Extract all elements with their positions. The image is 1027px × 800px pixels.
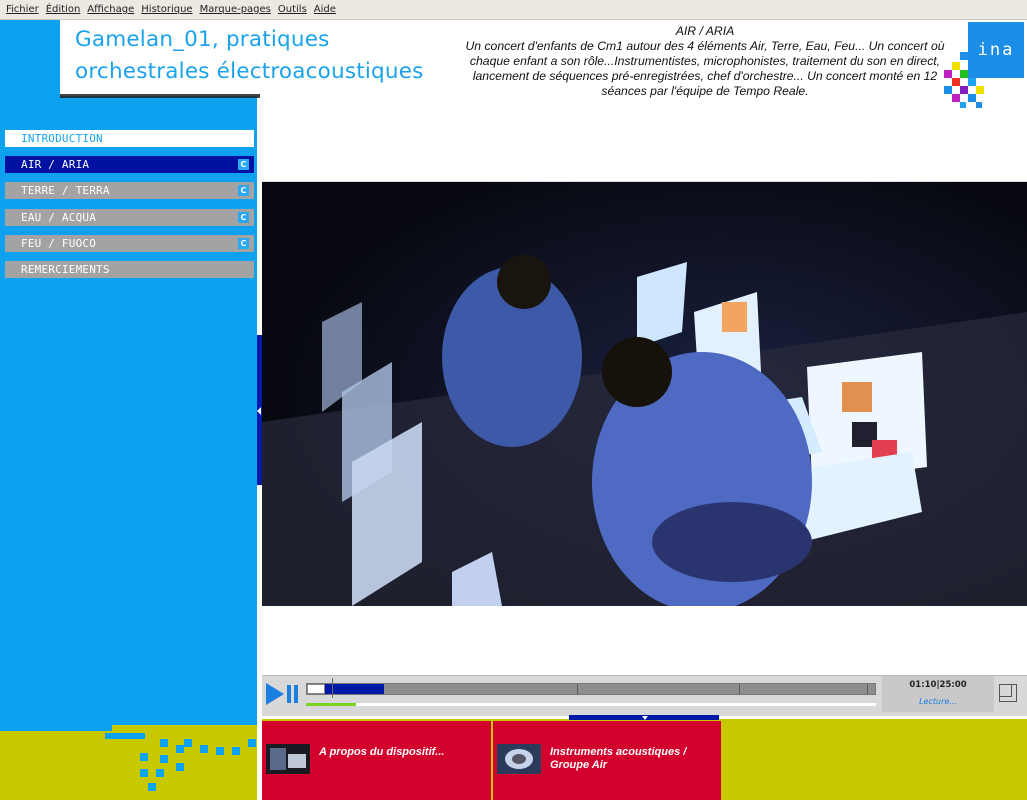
nav-label: FEU / FUOCO	[21, 237, 97, 250]
chapter-icon[interactable]: C	[238, 159, 249, 170]
menu-marque-pages[interactable]: Marque-pages	[200, 4, 271, 15]
menu-affichage[interactable]: Affichage	[87, 4, 134, 15]
ina-logo-text: ina	[968, 22, 1024, 78]
nav-item-terre[interactable]: TERRE / TERRA C	[5, 182, 254, 199]
buffer-fill	[306, 703, 356, 706]
buffer-bar	[306, 703, 876, 706]
time-code: 01:10|25:00	[909, 680, 967, 690]
pause-icon[interactable]	[287, 685, 291, 703]
nav-item-air[interactable]: AIR / ARIA C	[5, 156, 254, 173]
related-card-dispositif[interactable]: A propos du dispositif...	[262, 721, 491, 800]
chevron-down-icon	[642, 716, 648, 720]
section-description: AIR / ARIA Un concert d'enfants de Cm1 a…	[465, 24, 945, 99]
left-bottom-decor	[0, 725, 257, 800]
menu-aide[interactable]: Aide	[314, 4, 336, 15]
chapter-marker	[577, 684, 578, 694]
chapter-icon[interactable]: C	[238, 238, 249, 249]
related-card-instruments[interactable]: Instruments acoustiques / Groupe Air	[493, 721, 721, 800]
menu-fichier[interactable]: Fichier	[6, 4, 39, 15]
fullscreen-icon[interactable]	[999, 684, 1017, 702]
nav-item-introduction[interactable]: INTRODUCTION	[5, 130, 254, 147]
chapter-icon[interactable]: C	[238, 212, 249, 223]
header-shadow	[60, 94, 260, 98]
progress-knob[interactable]	[307, 684, 325, 694]
video-thumbnail	[266, 744, 310, 774]
nav-item-eau[interactable]: EAU / ACQUA C	[5, 209, 254, 226]
play-icon[interactable]	[266, 683, 284, 705]
nav-label: AIR / ARIA	[21, 158, 90, 171]
nav-label: INTRODUCTION	[21, 132, 103, 145]
player-controls: 01:10|25:00 Lecture...	[262, 675, 1027, 716]
playhead-marker	[332, 678, 333, 698]
nav-label: TERRE / TERRA	[21, 184, 110, 197]
video-thumbnail	[497, 744, 541, 774]
chapter-icon[interactable]: C	[238, 185, 249, 196]
ina-logo: ina	[940, 22, 1026, 110]
nav-item-feu[interactable]: FEU / FUOCO C	[5, 235, 254, 252]
section-text: Un concert d'enfants de Cm1 autour des 4…	[465, 39, 945, 98]
nav-label: EAU / ACQUA	[21, 211, 97, 224]
nav-label: REMERCIEMENTS	[21, 263, 110, 276]
related-card-label: A propos du dispositif...	[319, 746, 445, 758]
menu-edition[interactable]: Édition	[46, 4, 81, 15]
menu-historique[interactable]: Historique	[141, 4, 192, 15]
video-frame[interactable]	[262, 181, 1027, 606]
chapter-marker	[867, 684, 868, 694]
nav-item-remerciements[interactable]: REMERCIEMENTS	[5, 261, 254, 278]
collapse-arrow-icon	[257, 407, 261, 415]
related-toggle[interactable]	[569, 715, 719, 720]
menu-bar: Fichier Édition Affichage Historique Mar…	[0, 0, 1027, 20]
section-title: AIR / ARIA	[675, 24, 735, 38]
time-display: 01:10|25:00 Lecture...	[882, 676, 994, 712]
title-line-2: orchestrales électroacoustiques	[75, 59, 424, 84]
menu-outils[interactable]: Outils	[278, 4, 307, 15]
progress-track[interactable]	[306, 683, 876, 695]
video-scene-image	[262, 182, 1027, 606]
related-card-label: Instruments acoustiques / Groupe Air	[550, 746, 687, 771]
pause-icon-bar[interactable]	[294, 685, 298, 703]
title-line-1: Gamelan_01, pratiques	[75, 27, 330, 52]
chapter-marker	[739, 684, 740, 694]
player-status: Lecture...	[919, 697, 957, 706]
app-title: Gamelan_01, pratiques orchestrales élect…	[75, 24, 455, 88]
progress-fill	[325, 684, 384, 694]
